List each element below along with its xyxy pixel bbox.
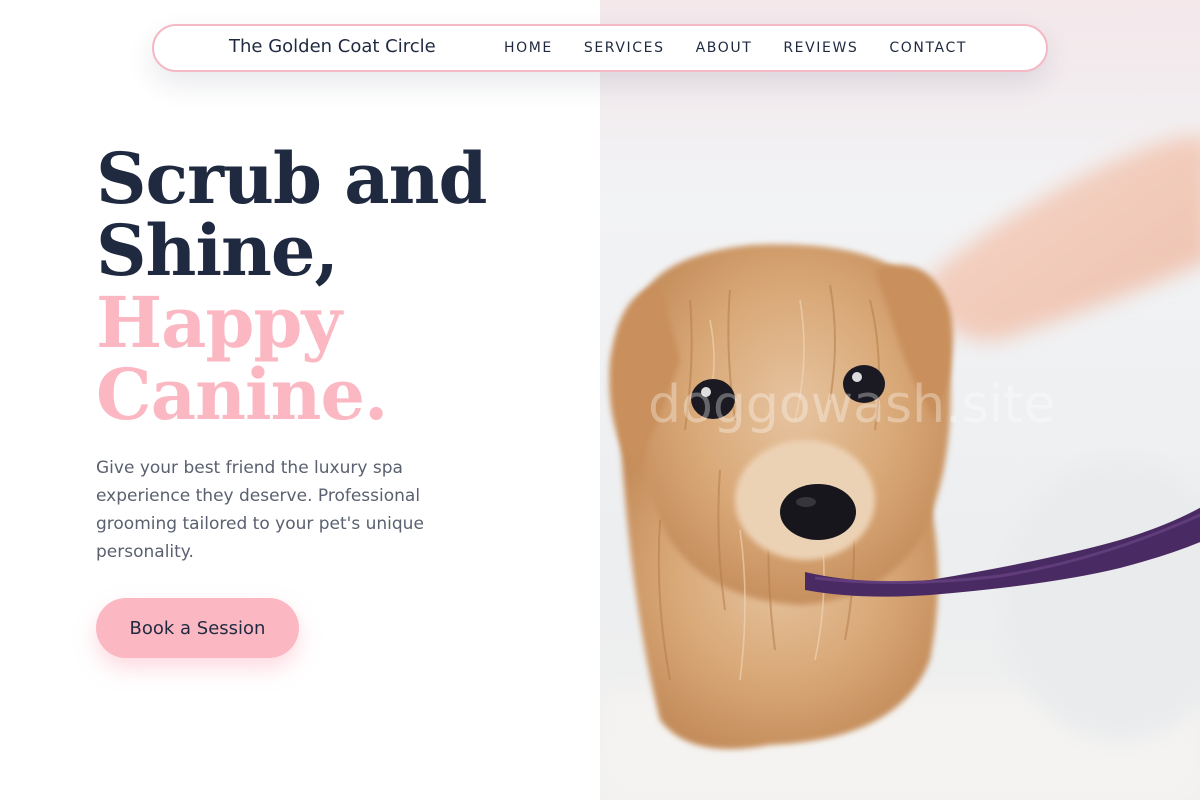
nav-link-services[interactable]: SERVICES	[584, 40, 665, 56]
top-nav-bar: The Golden Coat Circle HOME SERVICES ABO…	[152, 24, 1048, 72]
nav-link-reviews[interactable]: REVIEWS	[783, 40, 858, 56]
brand-logo-text[interactable]: The Golden Coat Circle	[229, 36, 436, 57]
nav-links: HOME SERVICES ABOUT REVIEWS CONTACT	[504, 26, 967, 70]
nav-link-home[interactable]: HOME	[504, 40, 553, 56]
hero-headline: Scrub and Shine, Happy Canine.	[96, 143, 576, 431]
headline-line-1: Scrub and	[96, 137, 487, 220]
headline-line-4: Canine.	[96, 353, 388, 436]
headline-line-3: Happy	[96, 281, 342, 364]
landing-page: doggowash.site The Golden Coat Circle HO…	[0, 0, 1200, 800]
book-session-button[interactable]: Book a Session	[96, 598, 299, 658]
watermark-text: doggowash.site	[648, 375, 1056, 435]
hero-description: Give your best friend the luxury spa exp…	[96, 458, 424, 562]
nav-link-about[interactable]: ABOUT	[696, 40, 753, 56]
nav-link-contact[interactable]: CONTACT	[889, 40, 967, 56]
headline-line-2: Shine,	[96, 209, 339, 292]
